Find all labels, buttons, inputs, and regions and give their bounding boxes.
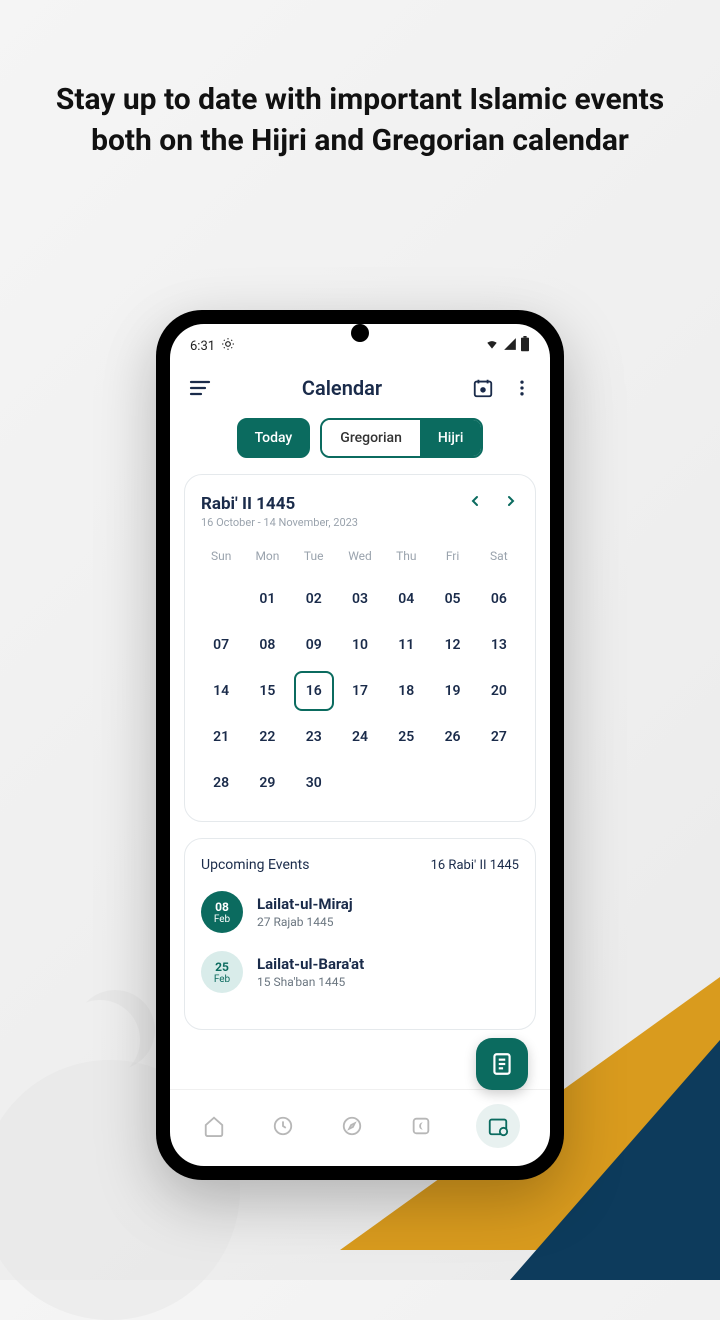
calendar-day[interactable]: 05 [432,579,472,619]
nav-calendar[interactable] [476,1104,520,1148]
nav-compass[interactable] [338,1112,366,1140]
calendar-day[interactable]: 16 [294,671,334,711]
app-header: Calendar [170,362,550,418]
sun-icon [221,337,235,355]
calendar-day[interactable]: 04 [386,579,426,619]
calendar-card: Rabi' II 1445 16 October - 14 November, … [184,474,536,822]
tab-gregorian[interactable]: Gregorian [322,420,420,456]
promo-headline: Stay up to date with important Islamic e… [0,0,720,191]
event-date-badge: 08Feb [201,891,243,933]
calendar-day[interactable]: 06 [479,579,519,619]
calendar-day[interactable]: 20 [479,671,519,711]
signal-icon [503,337,517,355]
calendar-day[interactable]: 17 [340,671,380,711]
dow-label: Sat [479,543,519,573]
calendar-day[interactable]: 18 [386,671,426,711]
month-subtitle: 16 October - 14 November, 2023 [201,516,519,529]
calendar-day[interactable]: 24 [340,717,380,757]
calendar-day[interactable]: 12 [432,625,472,665]
events-today-date: 16 Rabi' II 1445 [431,858,519,873]
wifi-icon [484,337,500,355]
calendar-day[interactable]: 26 [432,717,472,757]
dow-label: Sun [201,543,241,573]
nav-moon[interactable] [407,1112,435,1140]
phone-screen: 6:31 Calendar [170,324,550,1166]
calendar-day[interactable]: 15 [247,671,287,711]
event-row[interactable]: 08Feb Lailat-ul-Miraj 27 Rajab 1445 [201,891,519,933]
calendar-day[interactable]: 27 [479,717,519,757]
calendar-day[interactable]: 25 [386,717,426,757]
nav-clock[interactable] [269,1112,297,1140]
prev-month-button[interactable] [467,493,483,514]
calendar-day[interactable]: 14 [201,671,241,711]
calendar-day[interactable]: 02 [294,579,334,619]
camera-hole [351,324,369,342]
calendar-day[interactable]: 03 [340,579,380,619]
dow-label: Mon [247,543,287,573]
notes-fab[interactable] [476,1038,528,1090]
nav-home[interactable] [200,1112,228,1140]
event-date-badge: 25Feb [201,951,243,993]
event-subtitle: 15 Sha'ban 1445 [257,975,364,989]
event-subtitle: 27 Rajab 1445 [257,915,353,929]
calendar-grid: SunMonTueWedThuFriSat0102030405060708091… [201,543,519,803]
event-name: Lailat-ul-Bara'at [257,955,364,973]
page-title: Calendar [302,376,382,400]
calendar-day[interactable]: 23 [294,717,334,757]
calendar-day[interactable]: 01 [247,579,287,619]
calendar-day[interactable]: 22 [247,717,287,757]
calendar-day[interactable]: 28 [201,763,241,803]
calendar-day[interactable]: 13 [479,625,519,665]
calendar-day[interactable]: 19 [432,671,472,711]
next-month-button[interactable] [503,493,519,514]
month-title: Rabi' II 1445 [201,494,295,514]
dow-label: Wed [340,543,380,573]
calendar-day[interactable]: 11 [386,625,426,665]
tab-hijri[interactable]: Hijri [420,420,482,456]
calendar-day[interactable]: 21 [201,717,241,757]
events-title: Upcoming Events [201,857,309,873]
dow-label: Fri [432,543,472,573]
menu-button[interactable] [188,376,212,400]
calendar-day[interactable]: 08 [247,625,287,665]
calendar-day[interactable]: 10 [340,625,380,665]
calendar-tabs: Today Gregorian Hijri [170,418,550,474]
calendar-type-toggle: Gregorian Hijri [320,418,483,458]
phone-frame: 6:31 Calendar [156,310,564,1180]
status-time: 6:31 [190,339,215,354]
events-card: Upcoming Events 16 Rabi' II 1445 08Feb La… [184,838,536,1030]
calendar-today-button[interactable] [472,377,494,399]
more-menu-button[interactable] [512,378,532,398]
dow-label: Thu [386,543,426,573]
battery-icon [520,336,530,356]
calendar-day[interactable]: 30 [294,763,334,803]
today-button[interactable]: Today [237,418,311,458]
calendar-day[interactable]: 07 [201,625,241,665]
dow-label: Tue [294,543,334,573]
calendar-day[interactable]: 29 [247,763,287,803]
bottom-nav [170,1089,550,1166]
event-row[interactable]: 25Feb Lailat-ul-Bara'at 15 Sha'ban 1445 [201,951,519,993]
calendar-day[interactable]: 09 [294,625,334,665]
event-name: Lailat-ul-Miraj [257,895,353,913]
